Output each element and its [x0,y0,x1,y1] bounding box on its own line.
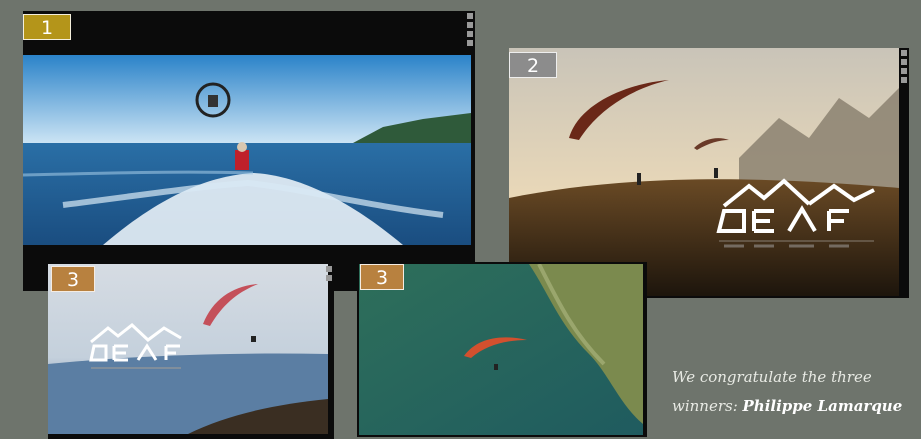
caption-prefix: winners: [672,397,743,415]
caption-line-1: We congratulate the three [672,368,872,386]
video-panel-3a[interactable]: 3 [48,264,334,439]
video-panel-3b[interactable]: 3 [357,262,647,437]
player-controls-strip[interactable] [901,50,907,86]
rank-badge-1: 1 [23,14,71,40]
video-panel-1[interactable]: 1 [23,11,475,291]
player-controls-strip[interactable] [467,13,473,49]
video-panel-2[interactable]: 2 [509,48,909,298]
rank-badge-3b: 3 [360,264,404,290]
sea-scene-image [23,55,471,245]
rank-badge-3a: 3 [51,266,95,292]
caption-line-2: winners: Philippe Lamarque [672,392,921,421]
deaf-logo [716,178,875,248]
deaf-logo-small [89,323,182,369]
rank-badge-2: 2 [509,52,557,78]
winner-name: Philippe Lamarque [742,397,903,415]
video-frame-sea [23,55,471,245]
winners-caption: We congratulate the three winners: Phili… [672,363,921,421]
player-controls-strip[interactable] [326,266,332,284]
